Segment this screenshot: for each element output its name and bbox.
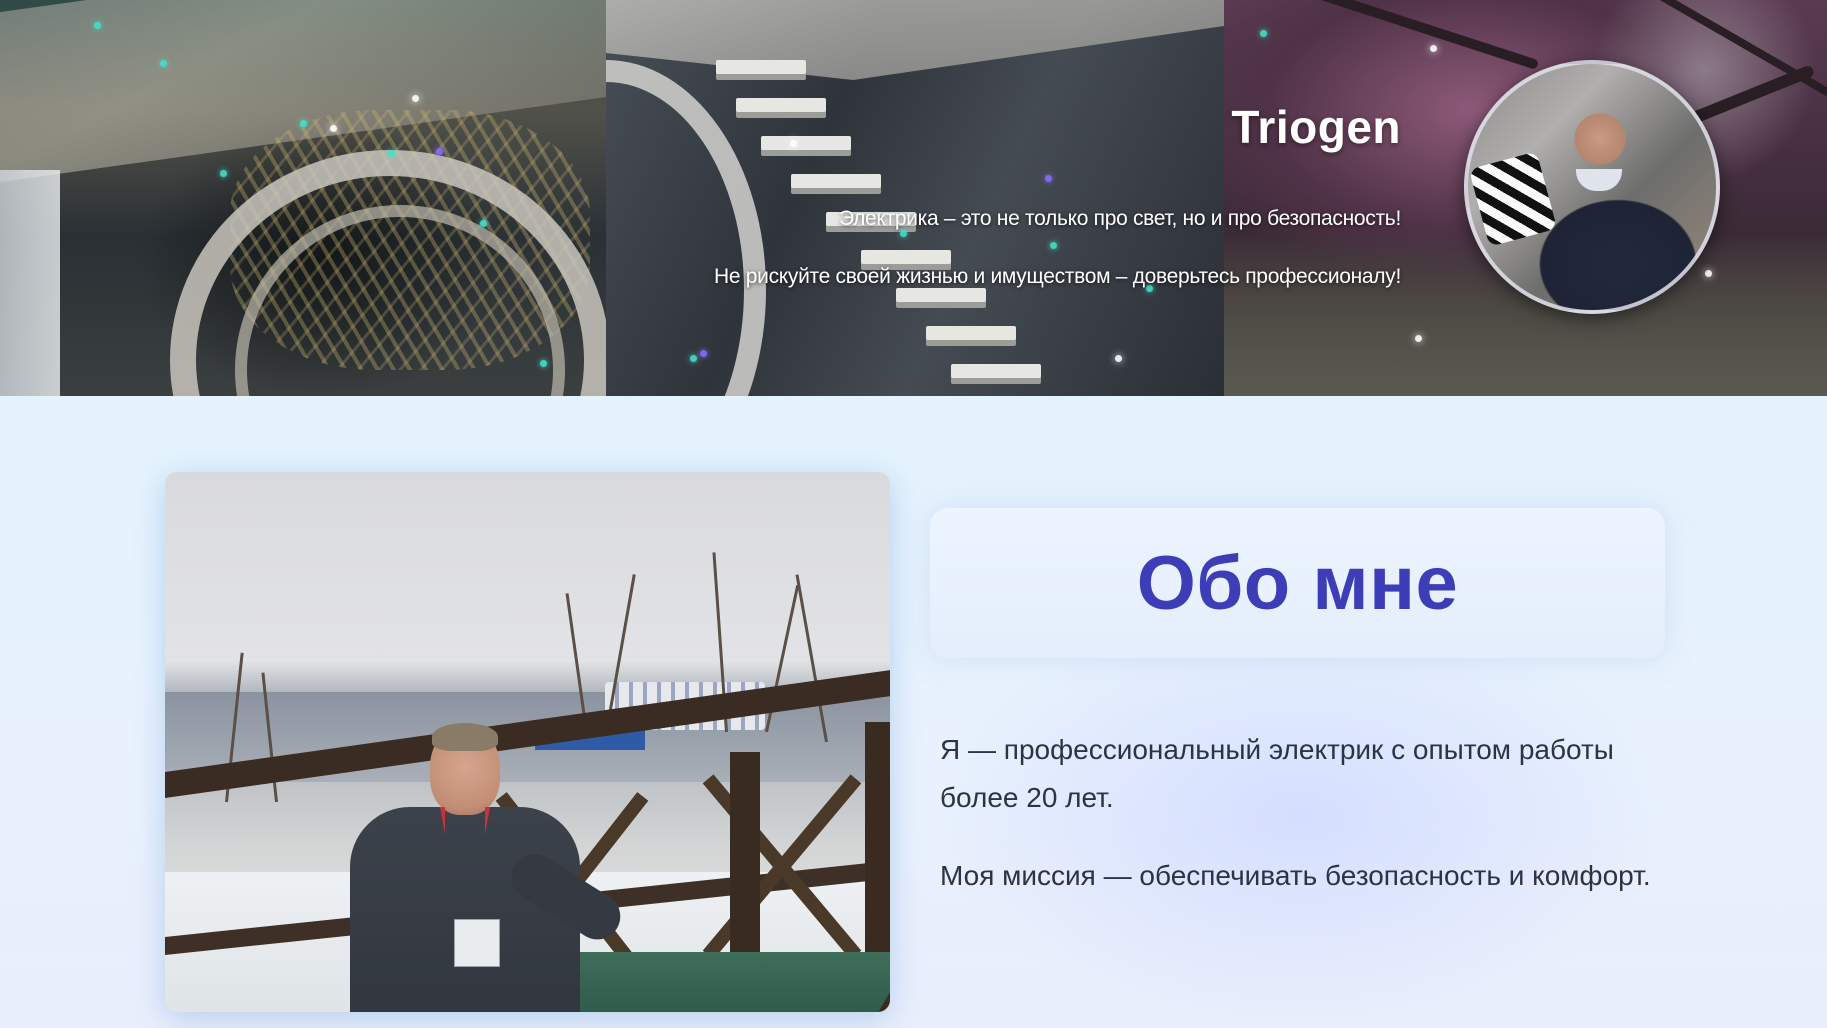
hero-photo-interior-staircase bbox=[606, 0, 1224, 396]
about-title-card: Обо мне bbox=[930, 508, 1665, 658]
about-title: Обо мне bbox=[1136, 540, 1459, 626]
about-photo bbox=[165, 472, 890, 1012]
hero-tagline-1: Электрика – это не только про свет, но и… bbox=[838, 207, 1401, 230]
owner-avatar bbox=[1464, 60, 1720, 314]
brand-title: Triogen bbox=[1231, 101, 1401, 153]
about-paragraph-experience: Я — профессиональный электрик с опытом р… bbox=[940, 734, 1614, 813]
hero-photo-interior-arches bbox=[0, 0, 606, 396]
about-section: Обо мне Я — профессиональный электрик с … bbox=[0, 396, 1827, 1028]
hero-tagline-2: Не рискуйте своей жизнью и имуществом – … bbox=[713, 265, 1401, 288]
hero-banner: Triogen Электрика – это не только про св… bbox=[0, 0, 1827, 396]
about-paragraph-mission: Моя миссия — обеспечивать безопасность и… bbox=[940, 860, 1651, 891]
